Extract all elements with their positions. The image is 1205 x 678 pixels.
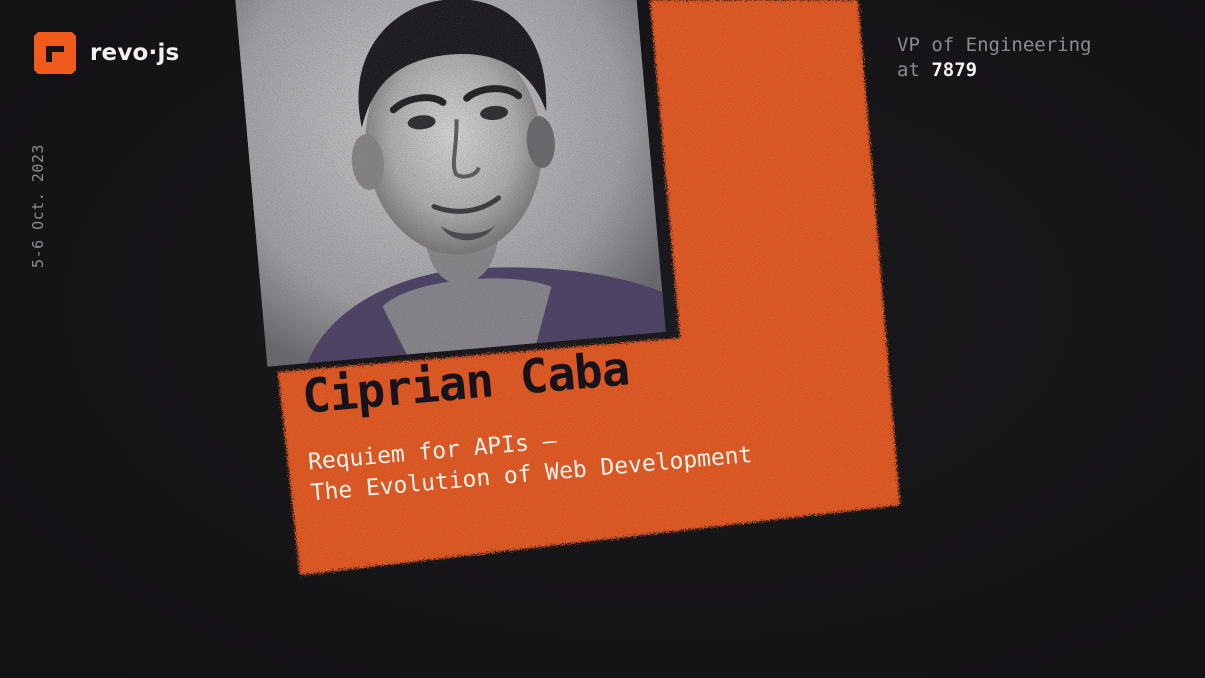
revojs-logo-icon	[34, 32, 76, 74]
event-date: 5-6 Oct. 2023	[29, 144, 47, 268]
speaker-photo	[234, 0, 666, 367]
role-company-line: at 7879	[897, 58, 1091, 83]
speaker-role: VP of Engineering at 7879	[897, 33, 1091, 83]
speaker-card-canvas: revo·js 5-6 Oct. 2023 VP of Engineering …	[0, 0, 1205, 678]
at-word: at	[897, 59, 920, 81]
role-title: VP of Engineering	[897, 34, 1092, 56]
brand-logo[interactable]: revo·js	[32, 30, 179, 76]
company-name: 7879	[931, 59, 978, 81]
brand-name: revo·js	[90, 40, 180, 66]
